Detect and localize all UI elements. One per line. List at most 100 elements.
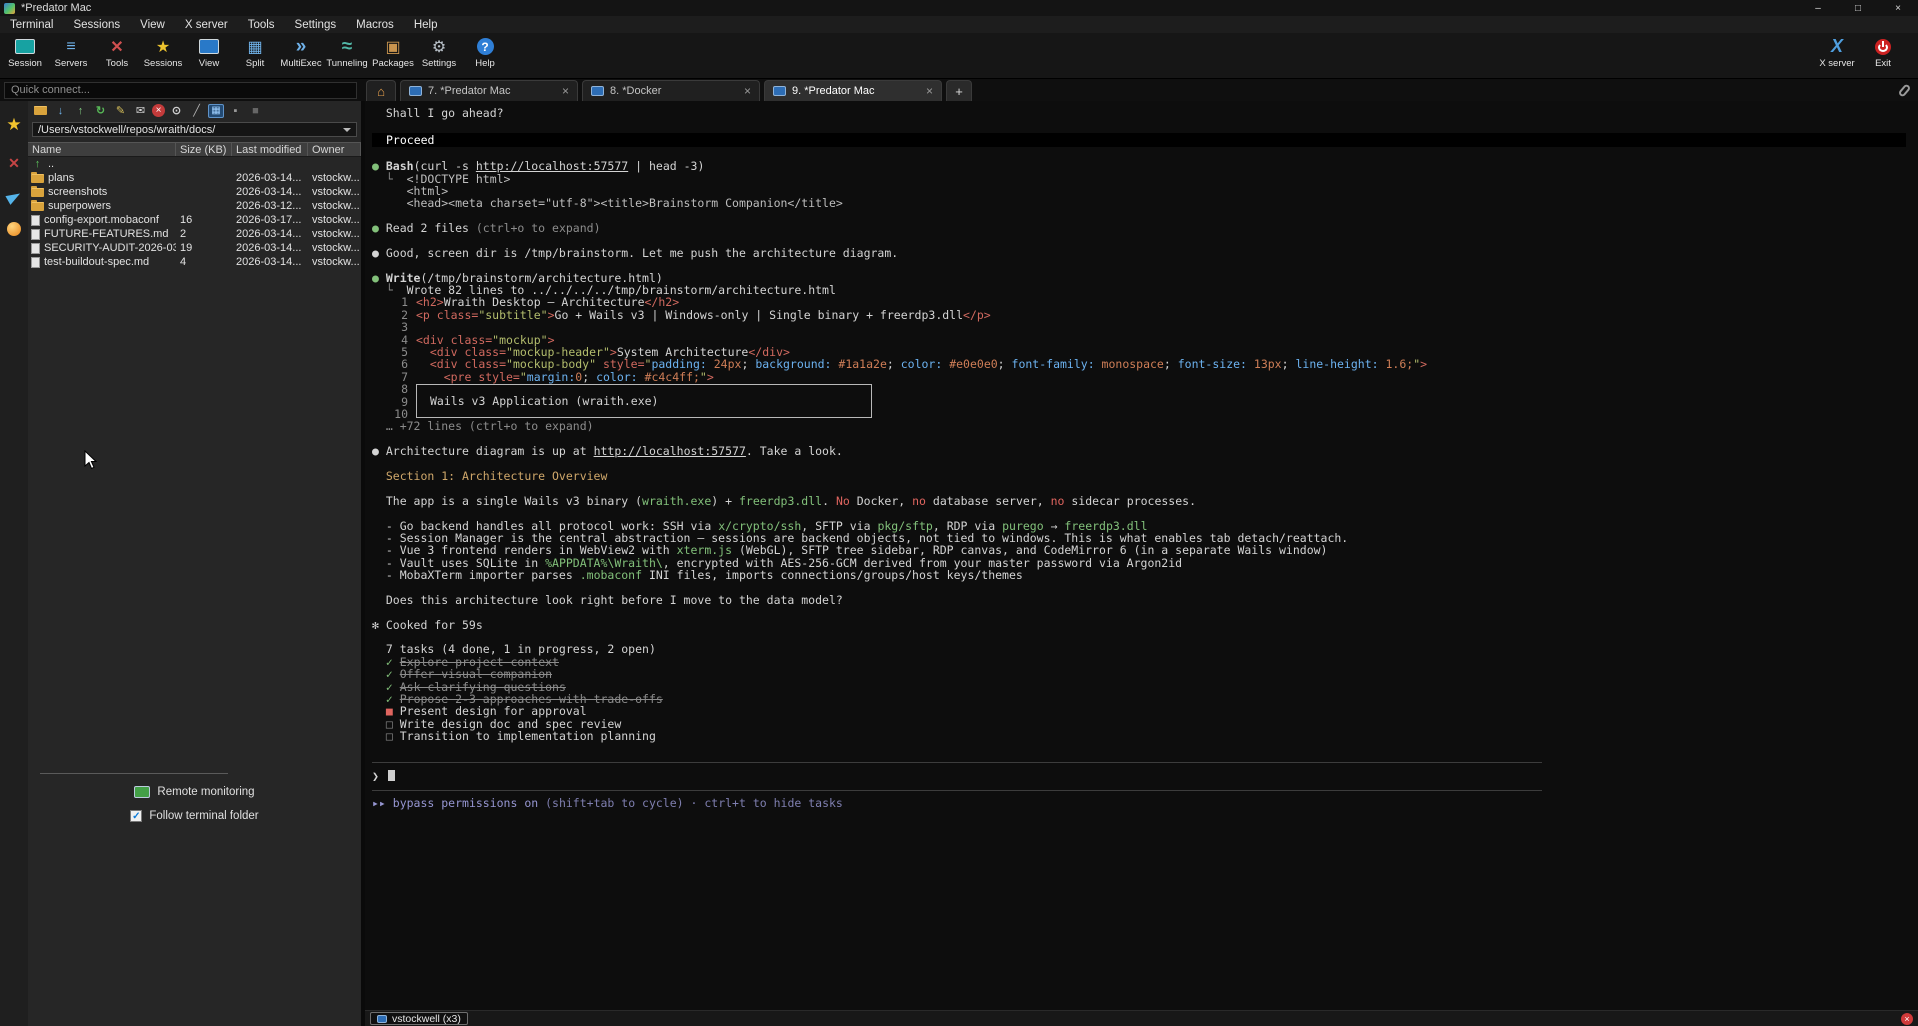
code-line-numbers: 8910	[372, 383, 408, 420]
terminal-line: 2<p class="subtitle">Go + Wails v3 | Win…	[372, 309, 1914, 321]
wrench-icon[interactable]: ╱	[188, 103, 205, 118]
file-name-cell: screenshots	[28, 186, 176, 198]
menu-terminal[interactable]: Terminal	[0, 16, 63, 33]
search-icon[interactable]: ⊙	[168, 103, 185, 118]
follow-terminal-folder-row[interactable]: Follow terminal folder	[130, 810, 258, 822]
tab-t7[interactable]: 7. *Predator Mac×	[400, 80, 578, 101]
toolbar-split-button[interactable]: ▦Split	[232, 36, 278, 78]
tab-home[interactable]: ⌂	[366, 80, 396, 101]
mouse-cursor	[84, 450, 98, 470]
file-row[interactable]: SECURITY-AUDIT-2026-03-1...192026-03-14.…	[28, 241, 361, 255]
terminal-line: ✻ Cooked for 59s	[372, 619, 1914, 631]
tab-close-icon[interactable]: ×	[926, 84, 933, 98]
close-button[interactable]: ×	[1878, 0, 1918, 16]
toolbar-multiexec-button[interactable]: »MultiExec	[278, 36, 324, 78]
column-header-last-modified[interactable]: Last modified	[232, 143, 308, 156]
code-line-number: 1	[372, 296, 408, 308]
download-icon[interactable]: ↓	[52, 103, 69, 118]
parent-dir-row[interactable]: ↑..	[28, 157, 361, 171]
tab-close-icon[interactable]: ×	[562, 84, 569, 98]
quick-connect-input[interactable]	[4, 82, 357, 99]
exit-icon-wrap	[1875, 36, 1891, 57]
follow-folder-checkbox[interactable]	[130, 810, 142, 822]
code-line-number: 6	[372, 358, 408, 370]
settings-icon-wrap: ⚙	[432, 36, 446, 57]
menu-macros[interactable]: Macros	[346, 16, 404, 33]
terminal-tab-icon	[591, 86, 604, 96]
paperclip-icon[interactable]	[1898, 83, 1912, 97]
menu-bar: TerminalSessionsViewX serverToolsSetting…	[0, 16, 1918, 33]
upload-icon[interactable]: ↑	[72, 103, 89, 118]
pin-icon[interactable]: ▪	[227, 103, 244, 118]
maximize-button[interactable]: □	[1838, 0, 1878, 16]
toolbar-help-button[interactable]: ?Help	[462, 36, 508, 78]
new-tab-button[interactable]: +	[946, 80, 972, 101]
tunneling-icon-wrap: ≈	[342, 36, 352, 57]
menu-settings[interactable]: Settings	[285, 16, 347, 33]
terminal-line	[372, 743, 1914, 755]
sync-icon[interactable]: ↻	[92, 103, 109, 118]
tab-close-icon[interactable]: ×	[744, 84, 751, 98]
column-header-owner[interactable]: Owner	[308, 143, 361, 156]
sessions-star-icon[interactable]: ★	[6, 115, 21, 135]
terminal-line: ▸▸ bypass permissions on (shift+tab to c…	[372, 797, 1914, 809]
screen-icon[interactable]: ■	[247, 103, 264, 118]
file-size-cell: 2	[176, 228, 232, 240]
architecture-box: Wails v3 Application (wraith.exe)	[416, 384, 872, 418]
macros-plane-icon[interactable]	[5, 189, 22, 205]
panel-toggle-icon[interactable]: ▦	[208, 104, 224, 118]
toolbar-tunneling-button[interactable]: ≈Tunneling	[324, 36, 370, 78]
toolbar-exit-button[interactable]: Exit	[1860, 36, 1906, 78]
tab-t9[interactable]: 9. *Predator Mac×	[764, 80, 942, 101]
delete-icon[interactable]: ×	[152, 104, 165, 117]
file-row[interactable]: test-buildout-spec.md42026-03-14...vstoc…	[28, 255, 361, 269]
toolbar-view-button[interactable]: View	[186, 36, 232, 78]
view-icon-wrap	[199, 36, 219, 57]
x-server-icon: X	[1831, 36, 1843, 57]
mail-icon[interactable]: ✉	[132, 103, 149, 118]
power-icon	[1875, 39, 1891, 55]
settings-gear-icon: ⚙	[432, 37, 446, 57]
file-name-cell: config-export.mobaconf	[28, 214, 176, 226]
terminal-link[interactable]: http://localhost:57577	[594, 444, 746, 458]
tools-icon[interactable]: ✕	[8, 155, 20, 172]
tools-icon: ✕	[110, 37, 123, 57]
moba-ball-icon[interactable]	[7, 222, 21, 236]
terminal-line: ✓ Offer visual companion	[372, 668, 1914, 680]
toolbar-session-button[interactable]: Session	[2, 36, 48, 78]
menu-help[interactable]: Help	[404, 16, 448, 33]
menu-tools[interactable]: Tools	[238, 16, 285, 33]
toolbar-sessions-button[interactable]: ★Sessions	[140, 36, 186, 78]
edit-icon[interactable]: ✎	[112, 103, 129, 118]
file-table-header: NameSize (KB)Last modifiedOwner	[28, 142, 361, 157]
toolbar-tools-button[interactable]: ✕Tools	[94, 36, 140, 78]
new-folder-icon[interactable]	[32, 103, 49, 118]
folder-row[interactable]: plans2026-03-14...vstockw...	[28, 171, 361, 185]
toolbar-servers-button[interactable]: ≡Servers	[48, 36, 94, 78]
file-owner-cell: vstockw...	[308, 172, 361, 184]
toolbar-packages-button[interactable]: ▣Packages	[370, 36, 416, 78]
terminal-area[interactable]: Shall I go ahead?Proceed● Bash(curl -s h…	[365, 101, 1918, 1026]
path-input[interactable]: /Users/vstockwell/repos/wraith/docs/	[32, 122, 357, 137]
folder-row[interactable]: screenshots2026-03-14...vstockw...	[28, 185, 361, 199]
minimize-button[interactable]: –	[1798, 0, 1838, 16]
remote-monitoring-row[interactable]: Remote monitoring	[134, 786, 254, 798]
connect-tab-row: ⌂7. *Predator Mac×8. *Docker×9. *Predato…	[0, 79, 1918, 101]
menu-view[interactable]: View	[130, 16, 175, 33]
file-row[interactable]: FUTURE-FEATURES.md22026-03-14...vstockw.…	[28, 227, 361, 241]
tab-t8[interactable]: 8. *Docker×	[582, 80, 760, 101]
menu-x-server[interactable]: X server	[175, 16, 238, 33]
packages-icon: ▣	[385, 37, 400, 57]
window-controls: – □ ×	[1798, 0, 1918, 16]
toolbar-xserver-button[interactable]: XX server	[1814, 36, 1860, 78]
toolbar-settings-button[interactable]: ⚙Settings	[416, 36, 462, 78]
terminal-line: 7 tasks (4 done, 1 in progress, 2 open)	[372, 643, 1914, 655]
view-monitor-icon	[199, 39, 219, 54]
session-tab[interactable]: vstockwell (x3)	[370, 1012, 468, 1025]
file-row[interactable]: config-export.mobaconf162026-03-17...vst…	[28, 213, 361, 227]
column-header-size-kb-[interactable]: Size (KB)	[176, 143, 232, 156]
folder-row[interactable]: superpowers2026-03-12...vstockw...	[28, 199, 361, 213]
terminal-close-icon[interactable]: ×	[1901, 1013, 1913, 1025]
menu-sessions[interactable]: Sessions	[63, 16, 130, 33]
column-header-name[interactable]: Name	[28, 143, 176, 156]
